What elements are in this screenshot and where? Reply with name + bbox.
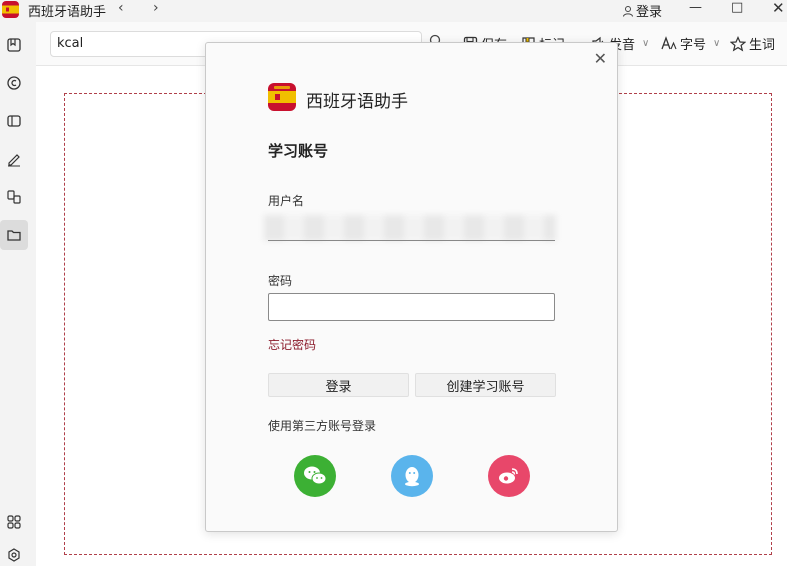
chevron-down-icon[interactable]: ∨ xyxy=(642,38,649,49)
tool-new-words-label: 生词 xyxy=(749,38,776,53)
chevron-down-icon[interactable]: ∨ xyxy=(713,38,720,49)
password-label: 密码 xyxy=(268,274,293,288)
qq-login-button[interactable] xyxy=(391,455,433,497)
password-input[interactable] xyxy=(268,293,555,321)
sidebar-item-book[interactable] xyxy=(0,106,28,136)
sidebar-item-apps[interactable] xyxy=(0,507,28,537)
settings-icon xyxy=(8,548,20,562)
tool-font-size[interactable]: 字号 ∨ xyxy=(661,34,720,53)
pen-icon xyxy=(8,154,20,167)
brand-name: 西班牙语助手 xyxy=(306,92,408,112)
wechat-icon xyxy=(304,466,327,485)
folder-icon xyxy=(7,230,21,241)
sidebar-item-bookmarks[interactable] xyxy=(0,30,28,60)
left-sidebar xyxy=(0,22,36,566)
username-input[interactable] xyxy=(268,213,555,241)
weibo-icon xyxy=(499,468,518,484)
sidebar-item-edit[interactable] xyxy=(0,144,28,174)
translate-icon xyxy=(7,190,21,204)
forgot-password-link[interactable]: 忘记密码 xyxy=(268,336,316,353)
wechat-login-button[interactable] xyxy=(294,455,336,497)
weibo-login-button[interactable] xyxy=(488,455,530,497)
app-title: 西班牙语助手 xyxy=(28,5,107,20)
close-icon[interactable]: ✕ xyxy=(594,49,607,68)
third-party-title: 使用第三方账号登录 xyxy=(268,419,377,433)
bookmark-square-icon xyxy=(7,38,21,52)
forward-arrow-icon[interactable]: › xyxy=(153,0,159,16)
minimize-icon[interactable]: — xyxy=(689,0,702,15)
maximize-icon[interactable]: □ xyxy=(731,0,743,15)
close-window-icon[interactable]: ✕ xyxy=(772,0,785,17)
star-icon xyxy=(730,35,746,51)
section-title: 学习账号 xyxy=(268,142,329,160)
sidebar-item-folder[interactable] xyxy=(0,220,28,250)
brand-logo-icon xyxy=(268,83,296,111)
titlebar-login-label: 登录 xyxy=(636,5,663,20)
book-icon xyxy=(7,115,21,127)
titlebar-login-button[interactable]: 登录 xyxy=(622,1,662,20)
app-logo-icon xyxy=(2,1,19,18)
create-account-button[interactable]: 创建学习账号 xyxy=(415,373,556,397)
apps-grid-icon xyxy=(7,515,21,529)
tool-new-words[interactable]: 生词 xyxy=(730,34,775,53)
back-arrow-icon[interactable]: ‹ xyxy=(118,0,124,16)
login-dialog: ✕ 西班牙语助手 学习账号 用户名 密码 忘记密码 登录 创建学习账号 使用第三… xyxy=(205,42,618,532)
qq-icon xyxy=(405,467,419,487)
sidebar-item-settings[interactable] xyxy=(0,544,28,566)
username-label: 用户名 xyxy=(268,194,305,208)
sidebar-item-copyright[interactable] xyxy=(0,68,28,98)
font-size-icon xyxy=(661,36,677,50)
copyright-icon xyxy=(7,76,21,90)
title-bar: 西班牙语助手 ‹ › 登录 — □ ✕ xyxy=(0,0,787,22)
login-button[interactable]: 登录 xyxy=(268,373,409,397)
tool-font-size-label: 字号 xyxy=(680,38,707,53)
user-icon xyxy=(623,5,633,17)
sidebar-item-translate[interactable] xyxy=(0,182,28,212)
